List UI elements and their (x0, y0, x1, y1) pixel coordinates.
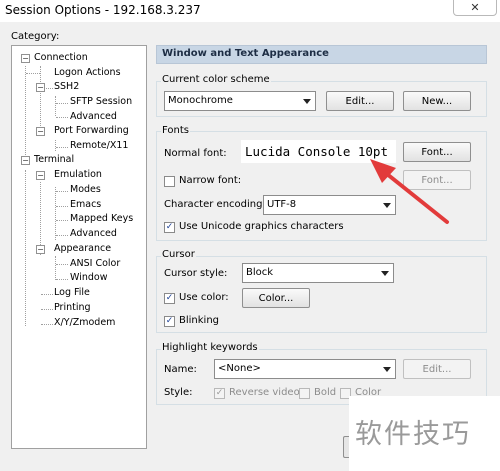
tree-item-log-file[interactable]: Log File (54, 287, 90, 299)
tree-item-mapped-keys[interactable]: Mapped Keys (70, 213, 133, 225)
blinking-label: Blinking (179, 315, 220, 326)
category-label: Category: (11, 31, 60, 42)
collapse-terminal-icon[interactable]: − (21, 156, 30, 165)
annotation-arrow (370, 159, 449, 224)
annotation-arrow-shaft (380, 168, 449, 224)
collapse-appearance-icon[interactable]: − (36, 245, 45, 254)
narrow-font-label: Narrow font: (179, 175, 242, 186)
watermark: 软件技巧 (355, 419, 471, 450)
tree-item-connection[interactable]: Connection (34, 52, 88, 64)
cursor-style-label: Cursor style: (164, 268, 228, 279)
cursor-color-button[interactable]: Color... (242, 288, 310, 308)
tree-item-printing[interactable]: Printing (54, 302, 91, 314)
color-scheme-select[interactable]: Monochrome (164, 91, 316, 111)
cursor-style-value: Block (246, 267, 274, 278)
tree-item-sftp-session[interactable]: SFTP Session (70, 96, 132, 108)
character-encoding-label: Character encoding: (164, 199, 266, 210)
collapse-connection-icon[interactable]: − (21, 54, 30, 63)
use-color-label: Use color: (179, 292, 229, 303)
highlight-edit-button[interactable]: Edit... (403, 359, 471, 379)
highlight-name-select[interactable]: <None> (214, 359, 396, 379)
collapse-port-forwarding-icon[interactable]: − (36, 127, 45, 136)
tree-item-logon-actions[interactable]: Logon Actions (54, 67, 121, 79)
tree-item-remote-x11[interactable]: Remote/X11 (70, 140, 128, 152)
fonts-group-title: Fonts (161, 125, 190, 136)
normal-font-label: Normal font: (164, 148, 227, 159)
tree-item-terminal[interactable]: Terminal (34, 154, 74, 166)
reverse-video-checkbox[interactable]: ✓ (214, 388, 225, 399)
panel-title: Window and Text Appearance (162, 48, 329, 59)
color-scheme-group-title: Current color scheme (161, 74, 271, 85)
cursor-group-title: Cursor (161, 249, 196, 260)
category-tree[interactable]: − − − − − − Connection Logon Actions SSH… (11, 45, 147, 449)
highlight-keywords-group-title: Highlight keywords (161, 342, 259, 353)
tree-item-port-forwarding[interactable]: Port Forwarding (54, 125, 129, 137)
tree-item-window[interactable]: Window (70, 272, 107, 284)
chevron-down-icon (381, 271, 389, 276)
use-color-checkbox[interactable]: ✓ (164, 293, 175, 304)
highlight-name-value: <None> (218, 363, 261, 374)
collapse-ssh2-icon[interactable]: − (36, 83, 45, 92)
tree-item-emulation-advanced[interactable]: Advanced (70, 228, 117, 240)
bold-checkbox[interactable] (299, 388, 310, 399)
new-scheme-button[interactable]: New... (403, 91, 471, 111)
reverse-video-label: Reverse video (229, 387, 300, 398)
highlight-name-label: Name: (164, 364, 197, 375)
edit-scheme-button[interactable]: Edit... (326, 91, 394, 111)
close-icon: ✕ (470, 1, 480, 14)
unicode-graphics-checkbox[interactable]: ✓ (164, 222, 175, 233)
highlight-style-label: Style: (164, 387, 193, 398)
character-encoding-value: UTF-8 (267, 199, 297, 210)
window-title: Session Options - 192.168.3.237 (5, 3, 201, 17)
unicode-graphics-label: Use Unicode graphics characters (179, 221, 344, 232)
color-scheme-value: Monochrome (168, 95, 233, 106)
close-button[interactable]: ✕ (453, 0, 497, 16)
chevron-down-icon (303, 99, 311, 104)
cursor-style-select[interactable]: Block (242, 263, 394, 283)
tree-item-ansi-color[interactable]: ANSI Color (70, 258, 120, 270)
tree-item-emacs[interactable]: Emacs (70, 199, 101, 211)
narrow-font-checkbox[interactable] (164, 176, 175, 187)
bold-label: Bold (314, 387, 337, 398)
tree-item-xyzmodem[interactable]: X/Y/Zmodem (54, 317, 115, 329)
tree-item-modes[interactable]: Modes (70, 184, 101, 196)
collapse-emulation-icon[interactable]: − (36, 171, 45, 180)
chevron-down-icon (383, 367, 391, 372)
tree-item-appearance[interactable]: Appearance (54, 243, 111, 255)
tree-item-emulation[interactable]: Emulation (54, 169, 102, 181)
blinking-checkbox[interactable]: ✓ (164, 316, 175, 327)
tree-item-ssh2-advanced[interactable]: Advanced (70, 111, 117, 123)
tree-item-ssh2[interactable]: SSH2 (54, 81, 79, 93)
